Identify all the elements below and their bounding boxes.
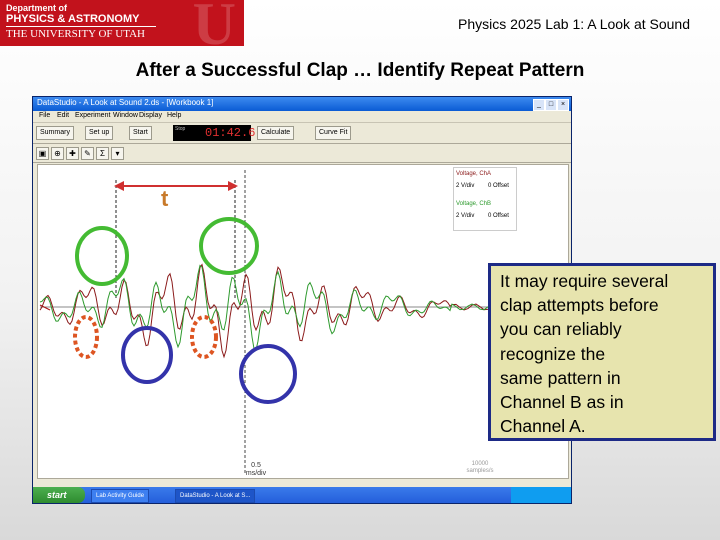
pattern-circle-green-b — [199, 217, 259, 275]
pattern-circle-red-b — [190, 315, 218, 359]
callout-line: clap attempts before — [500, 295, 659, 316]
pattern-circle-red-a — [73, 315, 99, 359]
instruction-callout: It may require several clap attempts bef… — [488, 263, 716, 441]
pattern-circle-green-a — [75, 226, 129, 286]
callout-line: Channel B as in — [500, 392, 624, 413]
period-label: t — [161, 186, 169, 211]
callout-line: Channel A. — [500, 416, 586, 437]
period-arrow-right-head — [228, 181, 238, 191]
pattern-circle-blue-b — [239, 344, 297, 404]
callout-line: It may require several — [500, 271, 669, 291]
callout-text: It may require several clap attempts bef… — [500, 269, 668, 438]
callout-line: recognize the — [500, 343, 606, 364]
callout-line: same pattern in — [500, 367, 621, 388]
pattern-circle-blue-a — [121, 326, 173, 384]
callout-line: you can reliably — [500, 319, 622, 340]
